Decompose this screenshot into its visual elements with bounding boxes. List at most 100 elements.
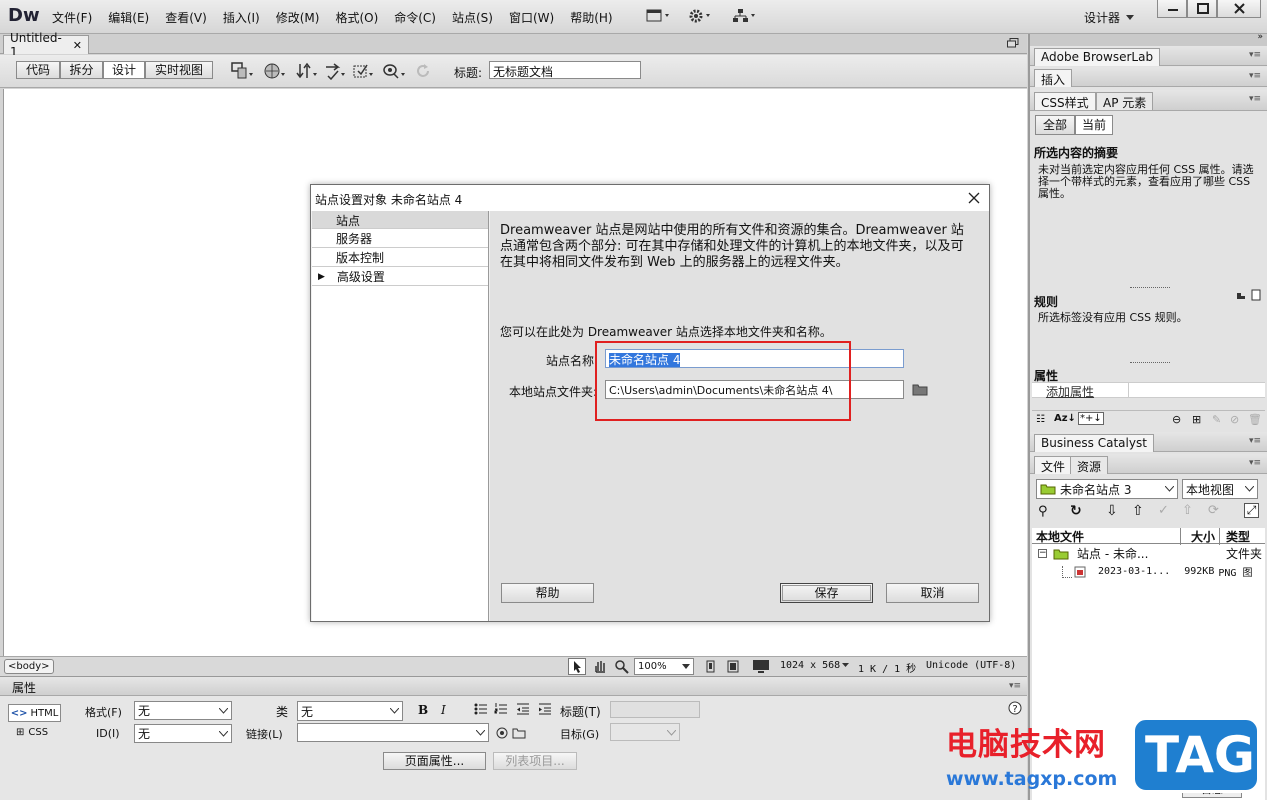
- menu-site[interactable]: 站点(S): [444, 9, 501, 26]
- view-select[interactable]: 本地视图: [1182, 479, 1258, 499]
- set-properties-view-icon[interactable]: *+↓: [1078, 412, 1104, 425]
- title-input[interactable]: 无标题文档: [489, 61, 641, 79]
- menu-edit[interactable]: 编辑(E): [100, 9, 157, 26]
- target-select[interactable]: [610, 723, 680, 741]
- tree-row-file[interactable]: 2023-03-1... 992KB PNG 图: [1032, 563, 1265, 580]
- insert-header[interactable]: 插入 ▾≡: [1030, 67, 1267, 87]
- menu-commands[interactable]: 命令(C): [386, 9, 444, 26]
- ap-elements-tab[interactable]: AP 元素: [1096, 92, 1154, 110]
- restore-panel-icon[interactable]: [1007, 38, 1019, 48]
- list-item-button[interactable]: 列表项目...: [493, 752, 577, 770]
- browse-folder-icon[interactable]: [912, 382, 928, 396]
- check-out-icon[interactable]: ✓: [1158, 503, 1169, 518]
- tree-row-root[interactable]: − 站点 - 未命... 文件夹: [1032, 545, 1265, 562]
- preview-browser-icon[interactable]: [264, 62, 288, 80]
- menu-window[interactable]: 窗口(W): [501, 9, 562, 26]
- desktop-size-icon[interactable]: [752, 659, 770, 674]
- category-view-icon[interactable]: ☷: [1036, 414, 1045, 425]
- refresh-icon[interactable]: [414, 62, 432, 80]
- business-catalyst-header[interactable]: Business Catalyst ▾≡: [1030, 432, 1267, 452]
- link-input[interactable]: [297, 723, 489, 742]
- format-select[interactable]: 无: [134, 701, 232, 720]
- browserlab-tab[interactable]: Adobe BrowserLab: [1034, 48, 1161, 66]
- check-in-icon[interactable]: ⇧: [1182, 503, 1193, 518]
- expand-icon[interactable]: ⤢: [1244, 503, 1259, 518]
- file-management-icon[interactable]: [296, 62, 320, 80]
- design-view-button[interactable]: 设计: [103, 61, 145, 79]
- tablet-size-icon[interactable]: [727, 660, 739, 673]
- css-all-button[interactable]: 全部: [1035, 115, 1075, 135]
- splitter-handle[interactable]: [1130, 362, 1170, 363]
- collapse-icon[interactable]: −: [1038, 549, 1047, 558]
- menu-help[interactable]: 帮助(H): [562, 9, 620, 26]
- css-mode-button[interactable]: ⊞ CSS: [16, 727, 48, 738]
- site-tree-icon[interactable]: [732, 8, 758, 24]
- new-css-rule-icon[interactable]: ⊞: [1192, 413, 1201, 426]
- inspect-icon[interactable]: [382, 62, 408, 80]
- panel-menu-icon[interactable]: ▾≡: [1249, 436, 1261, 446]
- dock-collapse-bar[interactable]: »: [1030, 32, 1267, 46]
- class-select[interactable]: 无: [297, 701, 403, 721]
- alphabetical-view-icon[interactable]: Az↓: [1054, 413, 1076, 424]
- indent-icon[interactable]: [538, 703, 552, 715]
- menu-format[interactable]: 格式(O): [327, 9, 386, 26]
- browserlab-header[interactable]: Adobe BrowserLab ▾≡: [1030, 46, 1267, 66]
- zoom-tool-icon[interactable]: [614, 659, 630, 674]
- add-property-link[interactable]: 添加属性: [1046, 383, 1094, 400]
- ordered-list-icon[interactable]: [494, 703, 508, 715]
- unordered-list-icon[interactable]: [474, 703, 488, 715]
- html-mode-button[interactable]: <> HTML: [8, 704, 61, 722]
- title-field[interactable]: [610, 701, 700, 718]
- layout-icon[interactable]: [646, 9, 672, 23]
- point-to-file-icon[interactable]: [496, 727, 508, 739]
- menu-modify[interactable]: 修改(M): [268, 9, 328, 26]
- menu-file[interactable]: 文件(F): [44, 9, 100, 26]
- sync-icon[interactable]: ⟳: [1208, 503, 1219, 518]
- business-catalyst-tab[interactable]: Business Catalyst: [1034, 434, 1154, 452]
- disable-icon[interactable]: ⊘: [1230, 413, 1239, 426]
- site-select[interactable]: 未命名站点 3: [1036, 479, 1178, 499]
- col-type[interactable]: 类型: [1226, 528, 1250, 545]
- code-view-button[interactable]: 代码: [16, 61, 60, 79]
- close-tab-icon[interactable]: ✕: [73, 39, 82, 52]
- workspace-switcher[interactable]: 设计器: [1084, 9, 1135, 26]
- page-properties-button[interactable]: 页面属性...: [383, 752, 486, 770]
- css-current-button[interactable]: 当前: [1075, 115, 1113, 135]
- w3c-validation-icon[interactable]: [324, 62, 348, 80]
- expand-arrow-icon[interactable]: ▶: [318, 272, 325, 282]
- attach-stylesheet-icon[interactable]: ⊖: [1172, 413, 1181, 426]
- help-button[interactable]: 帮助: [501, 583, 594, 603]
- col-size[interactable]: 大小: [1180, 528, 1220, 545]
- edit-rule-icon[interactable]: ✎: [1212, 413, 1221, 426]
- delete-icon[interactable]: 🗑: [1248, 413, 1262, 426]
- pointer-tool-icon[interactable]: [568, 658, 586, 675]
- panel-menu-icon[interactable]: ▾≡: [1249, 71, 1261, 81]
- nav-item-servers[interactable]: 服务器: [312, 229, 488, 248]
- nav-item-advanced[interactable]: ▶ 高级设置: [312, 267, 488, 286]
- rules-view-icon[interactable]: [1236, 289, 1264, 301]
- minimize-button[interactable]: [1157, 0, 1187, 18]
- close-window-button[interactable]: [1217, 0, 1261, 18]
- panel-menu-icon[interactable]: ▾≡: [1249, 50, 1261, 60]
- cancel-button[interactable]: 取消: [886, 583, 979, 603]
- css-styles-tab[interactable]: CSS样式: [1034, 92, 1096, 110]
- connect-icon[interactable]: ⚲: [1038, 504, 1048, 519]
- maximize-button[interactable]: [1187, 0, 1217, 18]
- panel-menu-icon[interactable]: ▾≡: [1249, 94, 1261, 104]
- files-tab[interactable]: 文件: [1034, 456, 1073, 474]
- get-files-icon[interactable]: ⇩: [1106, 503, 1118, 519]
- nav-item-site[interactable]: 站点: [312, 211, 488, 229]
- hand-tool-icon[interactable]: [592, 659, 608, 674]
- multiscreen-icon[interactable]: [230, 62, 256, 80]
- put-files-icon[interactable]: ⇧: [1132, 503, 1144, 519]
- zoom-select[interactable]: 100%: [634, 658, 694, 675]
- panel-menu-icon[interactable]: ▾≡: [1009, 681, 1021, 691]
- save-button[interactable]: 保存: [780, 583, 873, 603]
- gear-icon[interactable]: [688, 8, 714, 24]
- id-select[interactable]: 无: [134, 724, 232, 743]
- live-view-button[interactable]: 实时视图: [145, 61, 213, 79]
- menu-insert[interactable]: 插入(I): [215, 9, 268, 26]
- refresh-icon[interactable]: ↻: [1070, 503, 1082, 519]
- italic-icon[interactable]: I: [441, 703, 446, 717]
- browse-file-icon[interactable]: [512, 727, 526, 739]
